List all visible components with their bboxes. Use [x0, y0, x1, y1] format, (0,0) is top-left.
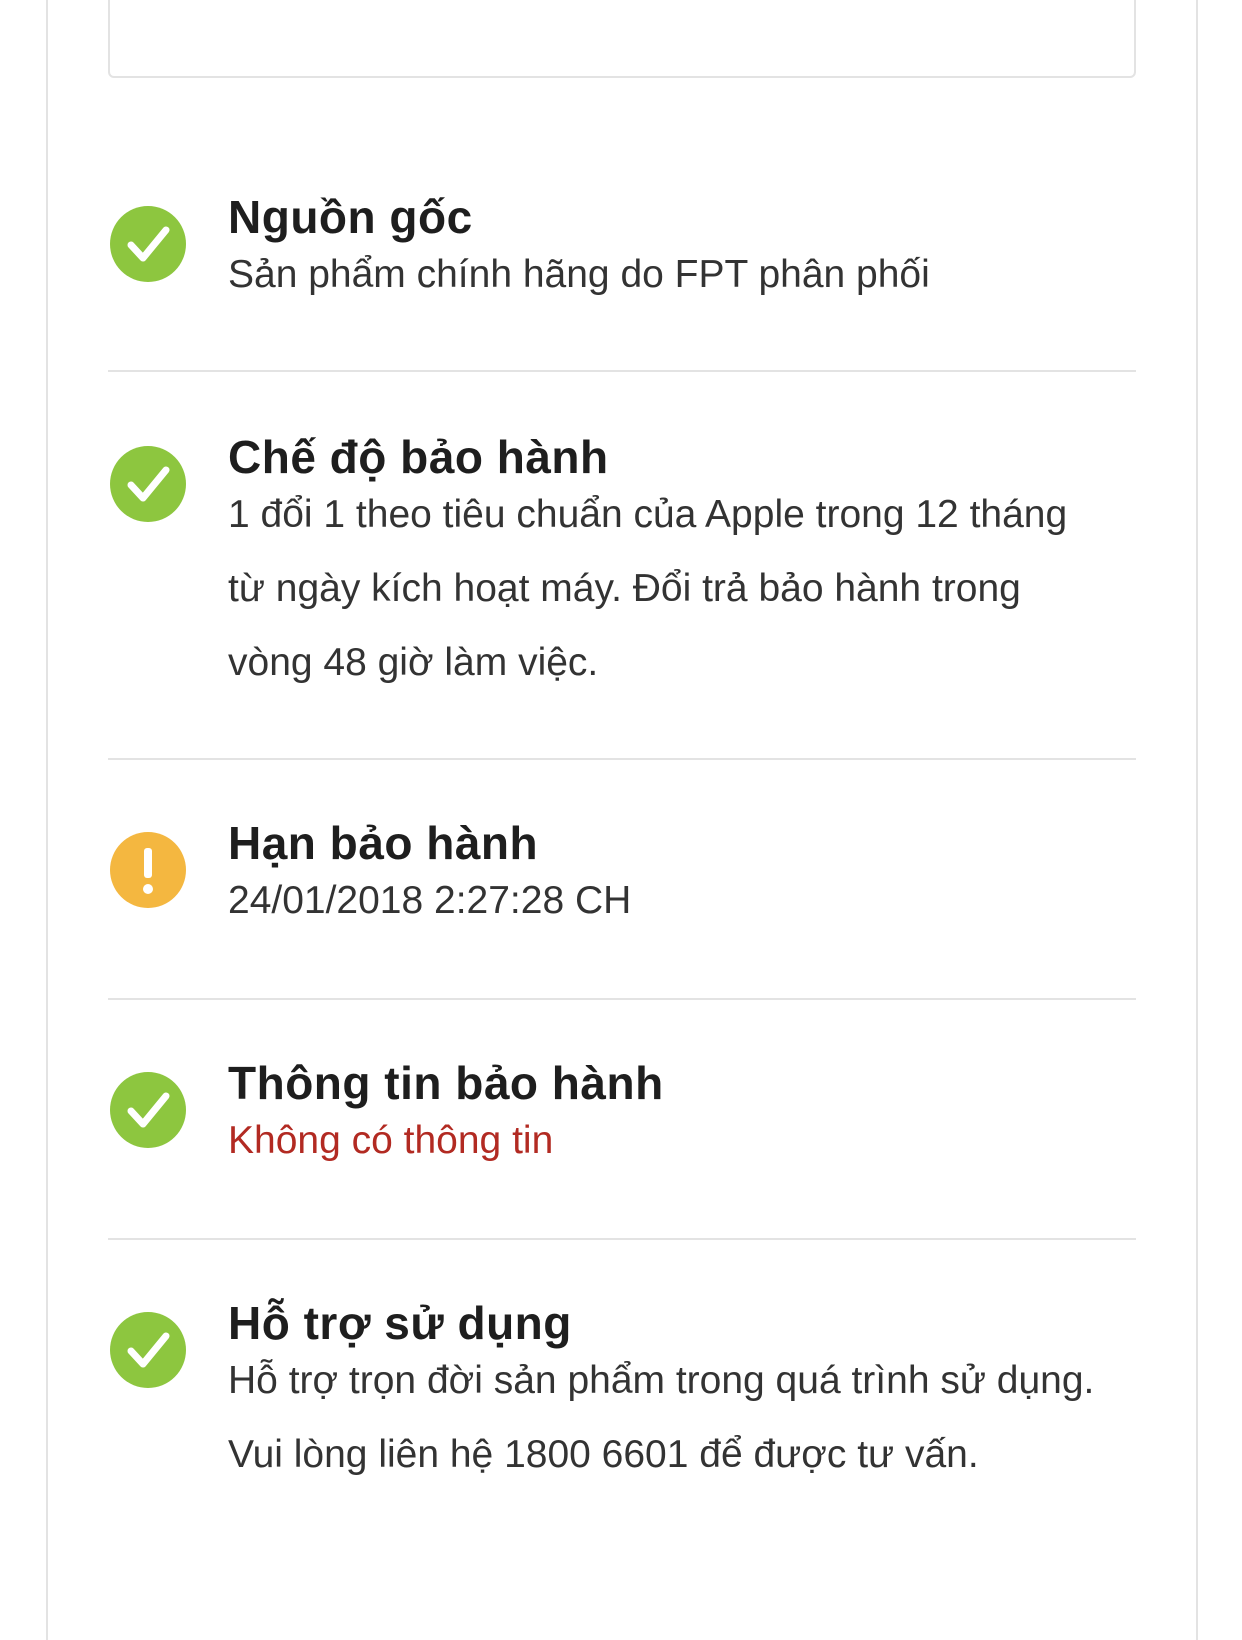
- row-title: Chế độ bảo hành: [228, 431, 609, 483]
- check-circle-icon: [110, 206, 186, 282]
- row-description: Không có thông tin: [228, 1119, 554, 1162]
- check-circle-icon: [110, 446, 186, 522]
- row-title: Thông tin bảo hành: [228, 1057, 664, 1109]
- info-row-warranty-info: Thông tin bảo hành Không có thông tin: [108, 1000, 1136, 1240]
- row-title: Hạn bảo hành: [228, 817, 539, 869]
- info-row-origin: Nguồn gốc Sản phẩm chính hãng do FPT phâ…: [108, 160, 1136, 372]
- row-description: Hỗ trợ trọn đời sản phẩm trong quá trình…: [228, 1359, 1095, 1476]
- row-title: Hỗ trợ sử dụng: [228, 1297, 572, 1349]
- check-circle-icon: [110, 1312, 186, 1388]
- check-circle-icon: [110, 1072, 186, 1148]
- row-description: Sản phẩm chính hãng do FPT phân phối: [228, 253, 930, 296]
- exclamation-circle-icon: [110, 832, 186, 908]
- row-title: Nguồn gốc: [228, 191, 473, 243]
- info-row-warranty-expiry: Hạn bảo hành 24/01/2018 2:27:28 CH: [108, 760, 1136, 1000]
- row-description: 1 đổi 1 theo tiêu chuẩn của Apple trong …: [228, 493, 1068, 684]
- row-description: 24/01/2018 2:27:28 CH: [228, 879, 632, 922]
- top-panel: [108, 0, 1136, 78]
- info-row-warranty-policy: Chế độ bảo hành 1 đổi 1 theo tiêu chuẩn …: [108, 372, 1136, 760]
- info-row-usage-support: Hỗ trợ sử dụng Hỗ trợ trọn đời sản phẩm …: [108, 1240, 1136, 1621]
